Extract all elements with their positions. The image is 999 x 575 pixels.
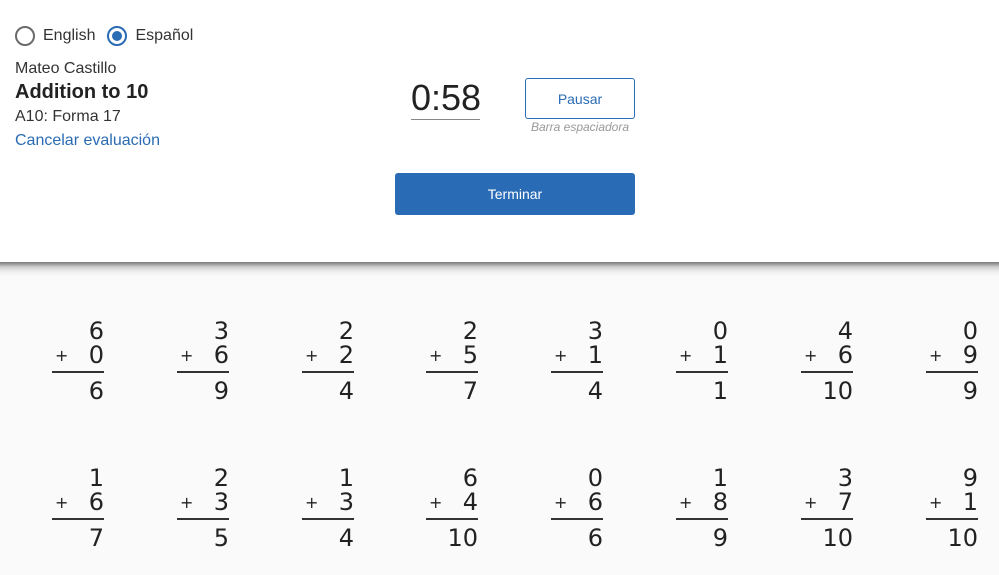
addition-problem: 0 +9 9 — [926, 318, 978, 408]
addend-bottom: 5 — [462, 341, 478, 369]
addend-bottom: 7 — [837, 488, 853, 516]
pause-shortcut-hint: Barra espaciadora — [530, 120, 630, 134]
sum-rule-line — [426, 371, 478, 373]
pause-button[interactable]: Pausar — [525, 78, 635, 119]
language-option-english[interactable]: English — [15, 26, 95, 46]
language-selector: English Español — [15, 26, 205, 46]
problem-answer: 10 — [947, 524, 978, 552]
addend-bottom: 0 — [88, 341, 104, 369]
addition-problem: 6 +0 6 — [52, 318, 104, 408]
addition-problem: 1 +3 4 — [302, 465, 354, 555]
plus-sign: + — [804, 346, 818, 365]
problem-answer: 7 — [462, 377, 478, 405]
addend-bottom: 1 — [587, 341, 603, 369]
panel-divider-shadow — [0, 262, 999, 276]
plus-sign: + — [929, 346, 943, 365]
plus-sign: + — [804, 493, 818, 512]
problem-answer: 6 — [88, 377, 104, 405]
plus-sign: + — [305, 346, 319, 365]
sum-rule-line — [801, 518, 853, 520]
sum-rule-line — [302, 371, 354, 373]
addition-problem: 2 +2 4 — [302, 318, 354, 408]
addend-bottom: 6 — [88, 488, 104, 516]
addition-problem: 1 +6 7 — [52, 465, 104, 555]
addition-problem: 2 +5 7 — [426, 318, 478, 408]
form-label: A10: Forma 17 — [15, 108, 121, 125]
plus-sign: + — [679, 346, 693, 365]
plus-sign: + — [180, 346, 194, 365]
problem-answer: 10 — [822, 377, 853, 405]
radio-label-spanish: Español — [135, 27, 194, 44]
radio-spanish[interactable] — [107, 26, 128, 46]
sum-rule-line — [426, 518, 478, 520]
problem-answer: 10 — [822, 524, 853, 552]
addition-problem: 3 +1 4 — [551, 318, 603, 408]
problem-answer: 1 — [712, 377, 728, 405]
plus-sign: + — [305, 493, 319, 512]
problem-answer: 4 — [338, 377, 354, 405]
problem-answer: 4 — [338, 524, 354, 552]
addition-problem: 3 +6 9 — [177, 318, 229, 408]
addition-problem: 4 +6 10 — [801, 318, 853, 408]
addition-problem: 2 +3 5 — [177, 465, 229, 555]
addition-problem: 0 +1 1 — [676, 318, 728, 408]
addition-problem: 1 +8 9 — [676, 465, 728, 555]
addend-bottom: 6 — [213, 341, 229, 369]
addend-bottom: 6 — [837, 341, 853, 369]
plus-sign: + — [554, 346, 568, 365]
addend-bottom: 1 — [962, 488, 978, 516]
radio-label-english: English — [43, 27, 96, 44]
problem-answer: 9 — [213, 377, 229, 405]
problem-answer: 6 — [587, 524, 603, 552]
problem-answer: 5 — [213, 524, 229, 552]
addend-bottom: 3 — [338, 488, 354, 516]
sum-rule-line — [52, 518, 104, 520]
problem-answer: 9 — [712, 524, 728, 552]
plus-sign: + — [429, 346, 443, 365]
student-name: Mateo Castillo — [15, 60, 117, 77]
sum-rule-line — [676, 518, 728, 520]
problem-answer: 4 — [587, 377, 603, 405]
addend-bottom: 6 — [587, 488, 603, 516]
sum-rule-line — [177, 371, 229, 373]
cancel-assessment-link[interactable]: Cancelar evaluación — [15, 132, 160, 150]
addend-bottom: 1 — [712, 341, 728, 369]
plus-sign: + — [929, 493, 943, 512]
plus-sign: + — [55, 346, 69, 365]
sum-rule-line — [926, 371, 978, 373]
finish-button[interactable]: Terminar — [395, 173, 635, 215]
sum-rule-line — [551, 371, 603, 373]
addition-problem: 0 +6 6 — [551, 465, 603, 555]
problem-answer: 7 — [88, 524, 104, 552]
sum-rule-line — [676, 371, 728, 373]
sum-rule-line — [302, 518, 354, 520]
sum-rule-line — [551, 518, 603, 520]
problem-answer: 10 — [447, 524, 478, 552]
test-title: Addition to 10 — [15, 81, 149, 103]
addend-bottom: 8 — [712, 488, 728, 516]
plus-sign: + — [180, 493, 194, 512]
addend-bottom: 4 — [462, 488, 478, 516]
radio-english[interactable] — [15, 26, 35, 46]
plus-sign: + — [554, 493, 568, 512]
addition-problem: 3 +7 10 — [801, 465, 853, 555]
addend-bottom: 2 — [338, 341, 354, 369]
sum-rule-line — [926, 518, 978, 520]
plus-sign: + — [679, 493, 693, 512]
problem-answer: 9 — [962, 377, 978, 405]
sum-rule-line — [52, 371, 104, 373]
plus-sign: + — [55, 493, 69, 512]
assessment-header-panel: English Español Mateo Castillo Addition … — [0, 0, 999, 264]
sum-rule-line — [801, 371, 853, 373]
addend-bottom: 3 — [213, 488, 229, 516]
addition-problem: 9 +1 10 — [926, 465, 978, 555]
addition-problem: 6 +4 10 — [426, 465, 478, 555]
addend-bottom: 9 — [962, 341, 978, 369]
language-option-spanish[interactable]: Español — [107, 26, 193, 46]
plus-sign: + — [429, 493, 443, 512]
sum-rule-line — [177, 518, 229, 520]
countdown-timer: 0:58 — [411, 77, 482, 120]
